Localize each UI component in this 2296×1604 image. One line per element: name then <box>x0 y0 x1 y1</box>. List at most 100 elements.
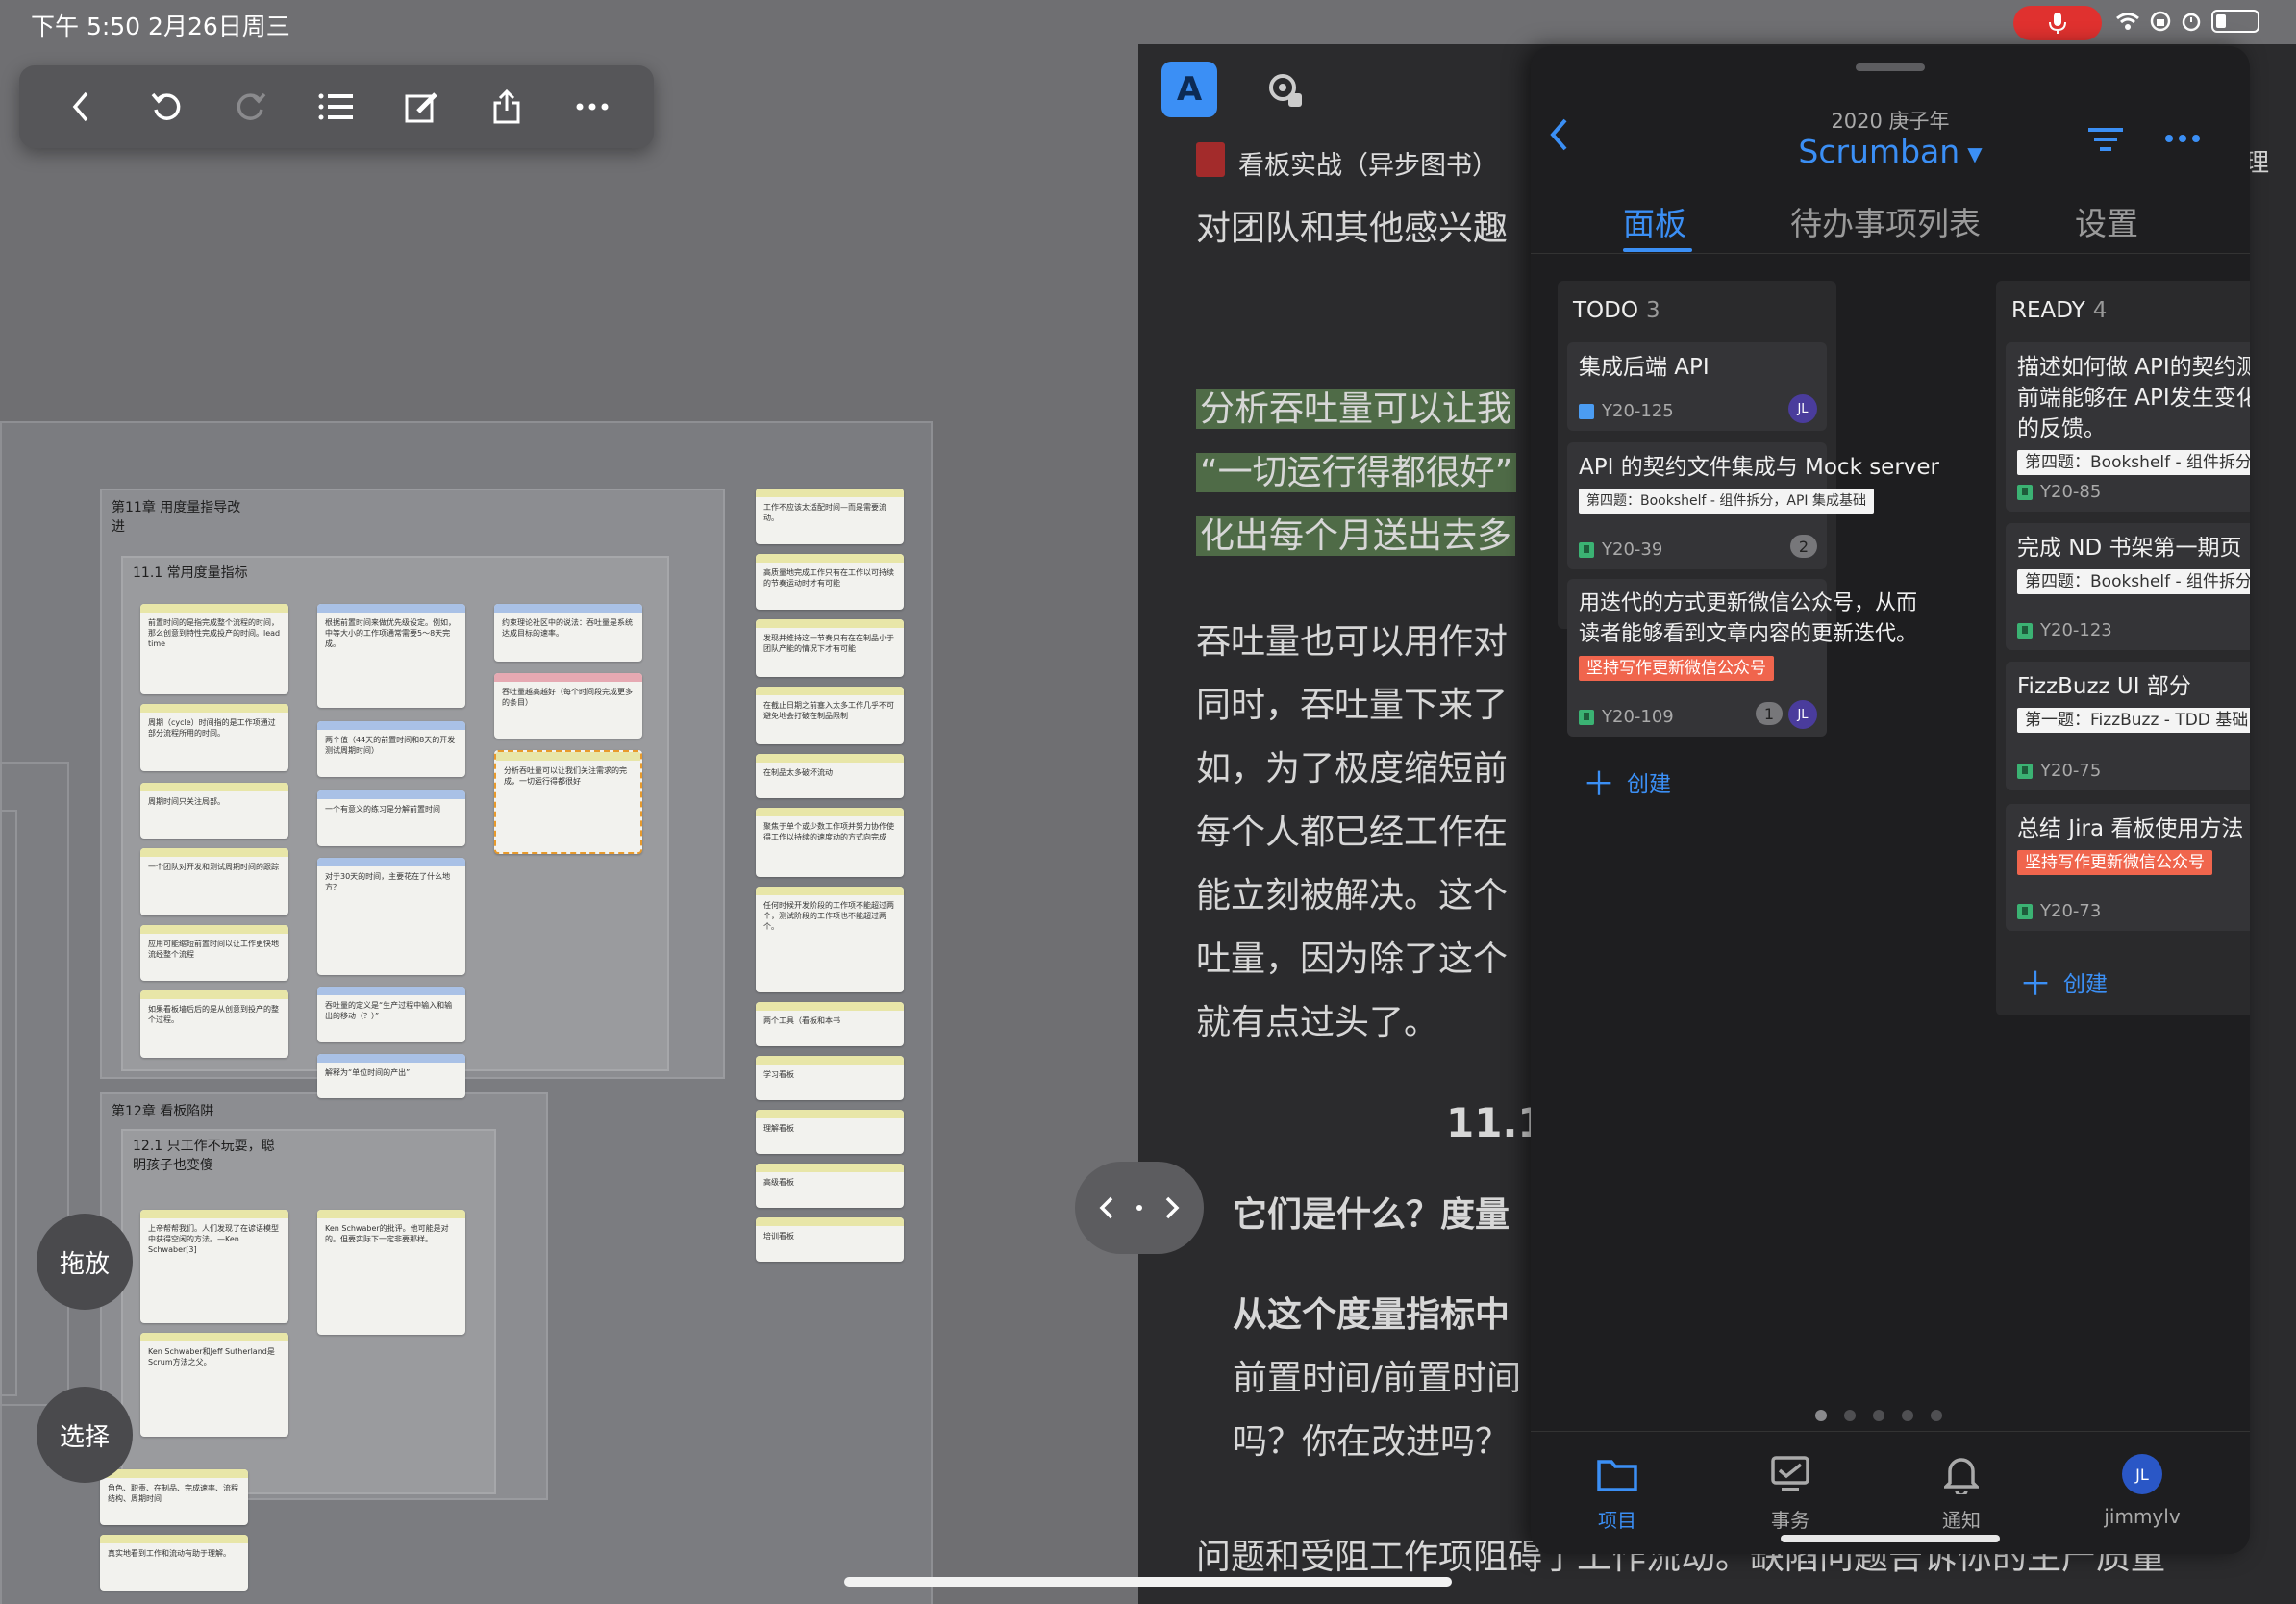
orientation-lock-icon <box>2150 11 2171 32</box>
profile-avatar: JL <box>2122 1454 2162 1494</box>
mini-card-selected[interactable]: 分析吞吐量可以让我们关注需求的完成，一切运行得都很好 <box>494 750 642 854</box>
page-indicator <box>1815 1410 1942 1421</box>
mini-card[interactable]: 两个值（44天的前置时间和8天的开发测试周期时间） <box>317 721 465 777</box>
chapter-12-title: 第12章 看板陷阱 <box>112 1104 214 1119</box>
highlight[interactable]: 分析吞吐量可以让我 <box>1196 389 1516 429</box>
issue-footer: Y20-73 <box>2017 901 2101 921</box>
mini-card[interactable]: Ken Schwaber和Jeff Sutherland是Scrum方法之父。 <box>140 1333 288 1437</box>
mini-card[interactable]: 一个有意义的练习是分解前置时间 <box>317 790 465 846</box>
more-options-button[interactable] <box>2165 135 2200 142</box>
mini-card[interactable]: 发现并维持这一节奏只有在在制品小于团队产能的情况下才有可能 <box>756 619 904 677</box>
reader-line: 吗？你在改进吗？ <box>1233 1422 1510 1462</box>
issue-card[interactable]: 总结 Jira 看板使用方法 坚持写作更新微信公众号 Y20-73 <box>2006 804 2250 931</box>
nav-projects[interactable]: 项目 <box>1550 1451 1685 1533</box>
mini-card[interactable]: 对于30天的时间，主要花在了什么地方？ <box>317 858 465 975</box>
undo-button[interactable] <box>139 80 193 134</box>
share-button[interactable] <box>480 80 534 134</box>
reader-line: 它们是什么？度量 <box>1233 1195 1510 1235</box>
mini-card[interactable]: 根据前置时间来做优先级设定。例如，中等大小的工作项通常需要5～8天完成。 <box>317 604 465 708</box>
nav-profile[interactable]: JL jimmylv <box>2075 1451 2209 1528</box>
slideover-grabber[interactable] <box>1856 63 1925 71</box>
issue-card[interactable]: FizzBuzz UI 部分 第一题：FizzBuzz - TDD 基础 Y20… <box>2006 662 2250 790</box>
mini-card[interactable]: 周期（cycle）时间指的是工作项通过部分流程所用的时间。 <box>140 704 288 771</box>
mini-card[interactable]: 应用可能缩短前置时间以让工作更快地流经整个流程 <box>140 925 288 981</box>
drag-button[interactable]: 拖放 <box>37 1214 133 1310</box>
issue-card[interactable]: 用迭代的方式更新微信公众号，从而 读者能够看到文章内容的更新迭代。 坚持写作更新… <box>1567 579 1918 737</box>
mini-card[interactable]: 高质量地完成工作只有在工作以可持续的节奏运动时才有可能 <box>756 554 904 610</box>
status-icons <box>2115 10 2259 33</box>
tab-board[interactable]: 面板 <box>1623 198 1686 244</box>
more-button[interactable] <box>565 80 619 134</box>
issue-title: FizzBuzz UI 部分 <box>2017 674 2191 699</box>
slideover-home-indicator[interactable] <box>1781 1535 2000 1542</box>
tab-settings[interactable]: 设置 <box>2075 198 2138 244</box>
filter-button[interactable] <box>2088 125 2123 158</box>
mini-card[interactable]: 在截止日期之前塞入太多工作几乎不可避免地会打破在制品限制 <box>756 687 904 744</box>
assignee-avatar: JL <box>1788 700 1817 729</box>
highlight[interactable]: 化出每个月送出去多 <box>1196 516 1516 556</box>
mini-card[interactable]: 学习看板 <box>756 1056 904 1100</box>
settings-gear-icon[interactable] <box>1263 68 1306 111</box>
epic-tag: 坚持写作更新微信公众号 <box>2017 850 2212 875</box>
book-title: 看板实战（异步图书） <box>1238 151 1498 181</box>
home-indicator[interactable] <box>844 1577 1452 1587</box>
mini-card[interactable]: 上帝帮帮我们。人们发现了在谚语模型中获得空闲的方法。—Ken Schwaber[… <box>140 1210 288 1323</box>
battery-icon <box>2211 10 2259 33</box>
mini-card[interactable]: 任何时候开发阶段的工作项不能超过两个，测试阶段的工作项也不能超过两个。 <box>756 887 904 992</box>
redo-button[interactable] <box>224 80 278 134</box>
create-issue-button-todo[interactable]: ＋创建 <box>1583 758 1671 805</box>
issue-title: 完成 ND 书架第一期页 <box>2017 536 2242 561</box>
undo-icon <box>151 92 181 120</box>
subtask-count-badge: 2 <box>1790 535 1817 558</box>
issue-card[interactable]: API 的契约文件集成与 Mock server 第四题：Bookshelf -… <box>1567 442 1939 569</box>
create-issue-button-ready[interactable]: ＋创建 <box>2019 958 2108 1005</box>
story-type-icon <box>2017 763 2033 779</box>
mini-card[interactable]: 如果看板墙后后的是从创意到投产的整个过程。 <box>140 990 288 1058</box>
font-settings-button[interactable]: A <box>1161 62 1217 117</box>
mini-card[interactable]: 工作不应该太适配时间—而是需要流动。 <box>756 489 904 544</box>
mini-card[interactable]: 一个团队对开发和测试周期时间的跟踪 <box>140 848 288 915</box>
mini-card[interactable]: 理解看板 <box>756 1110 904 1154</box>
reader-line-highlight: 化出每个月送出去多 <box>1196 515 1516 558</box>
edit-button[interactable] <box>395 80 449 134</box>
book-cover-icon <box>1196 142 1225 177</box>
issue-card[interactable]: 集成后端 API Y20-125 JL <box>1567 342 1827 431</box>
tab-backlog[interactable]: 待办事项列表 <box>1790 198 1981 244</box>
mini-card[interactable]: Ken Schwaber的批评。他可能是对的。但要实际下一定非要那样。 <box>317 1210 465 1335</box>
issue-footer: Y20-123 <box>2017 620 2112 640</box>
mini-card[interactable]: 周期时间只关注局部。 <box>140 783 288 839</box>
epic-tag: 坚持写作更新微信公众号 <box>1579 656 1774 681</box>
share-icon <box>493 89 520 124</box>
mini-card[interactable]: 两个工具（看板和本书 <box>756 1002 904 1046</box>
wifi-icon <box>2116 13 2139 30</box>
issue-card[interactable]: 描述如何做 API的契约测 前端能够在 API发生变化 的反馈。 第四题：Boo… <box>2006 342 2250 512</box>
chapter-11-title: 第11章 用度量指导改进 <box>112 500 241 535</box>
issue-title-line: 读者能够看到文章内容的更新迭代。 <box>1579 622 1918 646</box>
issue-card[interactable]: 完成 ND 书架第一期页 第四题：Bookshelf - 组件拆分 Y20-12… <box>2006 523 2250 650</box>
story-type-icon <box>2017 622 2033 639</box>
back-button[interactable] <box>54 80 108 134</box>
mini-card[interactable]: 角色、职责、在制品、完成速率、流程结构、周期时间 <box>100 1469 248 1525</box>
issue-title-line: 描述如何做 API的契约测 <box>2017 355 2250 380</box>
whiteboard-toolbar <box>19 65 654 148</box>
mini-card[interactable]: 吞吐量的定义是“生产过程中输入和输出的移动（？）” <box>317 987 465 1042</box>
mini-card[interactable]: 在制品太多破坏流动 <box>756 754 904 798</box>
mini-card[interactable]: 培训看板 <box>756 1217 904 1262</box>
highlight[interactable]: “一切运行得都很好” <box>1196 453 1517 492</box>
nav-notifications[interactable]: 通知 <box>1894 1451 2029 1533</box>
nav-issues[interactable]: 事务 <box>1723 1451 1858 1533</box>
story-type-icon <box>2017 484 2033 500</box>
split-view-handle[interactable] <box>1075 1162 1204 1254</box>
column-header: READY 4 <box>2011 298 2108 323</box>
mini-card[interactable]: 高级看板 <box>756 1164 904 1208</box>
mini-card[interactable]: 约束理论社区中的说法：吞吐量是系统达成目标的速率。 <box>494 604 642 662</box>
outline-button[interactable] <box>310 80 363 134</box>
select-button[interactable]: 选择 <box>37 1387 133 1483</box>
mini-card[interactable]: 吞吐量越高越好（每个时间段完成更多的条目） <box>494 673 642 739</box>
mini-card[interactable]: 解释为“单位时间的产出” <box>317 1054 465 1098</box>
mini-card[interactable]: 真实地看到工作和流动有助于理解。 <box>100 1535 248 1591</box>
story-type-icon <box>1579 541 1594 558</box>
mini-card[interactable]: 前置时间的是指完成整个流程的时间，那么创意到特性完成投产的时间。lead tim… <box>140 604 288 694</box>
mini-card[interactable]: 聚焦于单个或少数工作项并努力协作使得工作以持续的速度动的方式向完成 <box>756 808 904 877</box>
project-switcher[interactable]: Scrumban ▼ <box>1531 133 2250 170</box>
